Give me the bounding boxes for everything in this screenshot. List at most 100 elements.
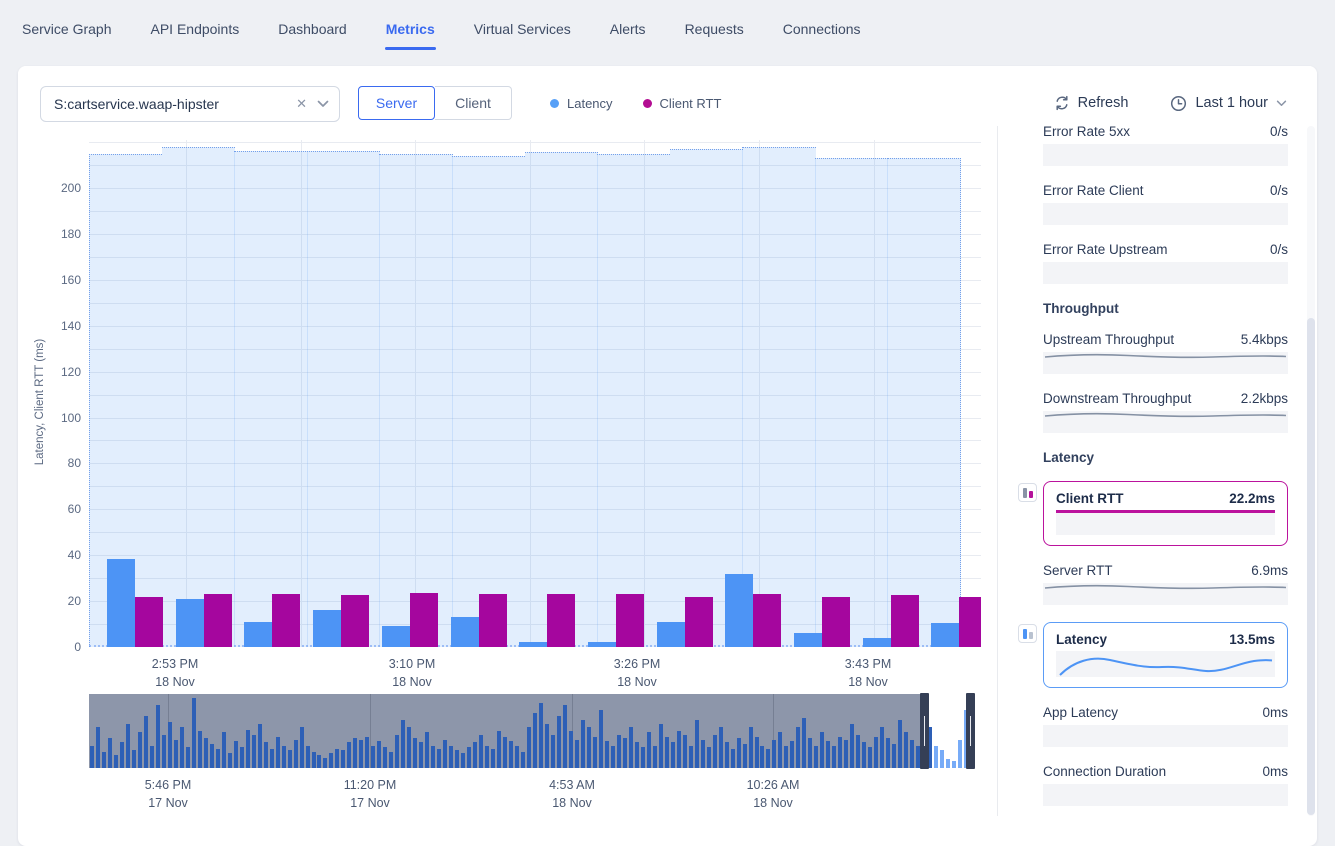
latency-bar [863,638,891,647]
server-button[interactable]: Server [358,86,435,120]
tab-virtual-services[interactable]: Virtual Services [473,15,572,43]
overview-brush[interactable] [89,694,975,768]
overview-bar [329,753,333,768]
metric-row-server-rtt[interactable]: Server RTT6.9ms [1018,563,1288,605]
overview-bar [820,732,824,768]
overview-bar [635,742,639,768]
selection-area-segment [452,156,525,647]
tab-dashboard[interactable]: Dashboard [277,15,348,43]
overview-bar [96,727,100,768]
tab-requests[interactable]: Requests [684,15,745,43]
overview-bar [772,740,776,768]
overview-bar [222,732,226,768]
overview-bar [180,727,184,768]
overview-bar [575,740,579,768]
refresh-button[interactable]: Refresh [1054,95,1129,111]
tab-service-graph[interactable]: Service Graph [21,15,112,43]
metric-row-downstream-throughput[interactable]: Downstream Throughput2.2kbps [1018,391,1288,433]
overview-bar [108,738,112,768]
metric-value: 5.4kbps [1241,332,1288,347]
metric-line: Error Rate Client0/s [1043,183,1288,198]
overview-bar [425,732,429,768]
overview-bar [312,752,316,768]
latency-bar [794,633,822,647]
tab-metrics[interactable]: Metrics [385,15,436,43]
overview-bar [737,738,741,768]
overview-bar [593,737,597,768]
overview-bar [252,735,256,768]
metric-row-error-rate-upstream[interactable]: Error Rate Upstream0/s [1018,242,1288,284]
clear-icon[interactable]: ✕ [289,96,314,112]
overview-bar [617,735,621,768]
metric-row-latency[interactable]: Latency13.5ms [1018,622,1288,688]
overview-bar [629,727,633,768]
overview-bar [868,747,872,768]
metric-spark-area [1043,262,1288,284]
brush-handle-left[interactable] [920,693,929,769]
overview-bar [521,752,525,768]
overview-bar [216,749,220,768]
metric-row-app-latency[interactable]: App Latency0ms [1018,705,1288,747]
client-rtt-bar [891,595,919,647]
overview-bar [150,746,154,768]
overview-bar [132,750,136,769]
overview-bar [395,735,399,768]
metrics-sidebar: Error Rate 5xx0/sError Rate Client0/sErr… [1018,124,1288,823]
metric-body: App Latency0ms [1043,705,1288,747]
overview-bar [156,705,160,768]
overview-bar [497,731,501,768]
metric-row-upstream-throughput[interactable]: Upstream Throughput5.4kbps [1018,332,1288,374]
chevron-down-icon[interactable] [314,100,339,108]
overview-bar [671,742,675,768]
legend-item-latency: Latency [550,96,613,111]
sidebar-scrollbar-thumb[interactable] [1307,318,1315,815]
metric-row-connection-duration[interactable]: Connection Duration0ms [1018,764,1288,806]
server-client-toggle: Server Client [358,86,512,120]
brush-handle-right[interactable] [966,693,975,769]
metric-label: Error Rate 5xx [1043,124,1130,139]
metric-row-client-rtt[interactable]: Client RTT22.2ms [1018,481,1288,546]
metric-label: Error Rate Client [1043,183,1144,198]
metric-line: Downstream Throughput2.2kbps [1043,391,1288,406]
overview-bar [120,742,124,768]
overview-bar [611,746,615,768]
latency-bar [519,642,547,647]
latency-bar [451,617,479,647]
service-select[interactable]: S:cartservice.waap-hipster ✕ [40,86,340,122]
latency-bar [382,626,410,647]
clock-icon [1170,95,1187,112]
x-tick-label: 2:53 PM18 Nov [115,655,235,691]
overview-bar [539,703,543,768]
overview-bar [701,740,705,768]
client-rtt-bar [272,594,300,647]
time-range-picker[interactable]: Last 1 hour [1170,95,1287,112]
service-select-value: S:cartservice.waap-hipster [41,96,289,112]
tab-api-endpoints[interactable]: API Endpoints [149,15,240,43]
overview-bar [144,716,148,768]
overview-bar [515,746,519,768]
overview-bar [677,731,681,768]
overview-tick-label: 5:46 PM17 Nov [108,776,228,812]
overview-bar [186,747,190,768]
overview-bar [743,744,747,768]
metric-row-error-rate-client[interactable]: Error Rate Client0/s [1018,183,1288,225]
tab-connections[interactable]: Connections [782,15,862,43]
metric-spark-area [1043,411,1288,433]
selection-area-segment [887,158,960,647]
client-rtt-bar [204,594,232,647]
metric-row-error-rate-5xx[interactable]: Error Rate 5xx 0/s [1018,124,1288,166]
selection-area-segment [597,154,670,647]
overview-bar [473,742,477,768]
metric-value: 0/s [1270,124,1288,139]
overview-bar [527,727,531,768]
tab-alerts[interactable]: Alerts [609,15,647,43]
metric-label: App Latency [1043,705,1118,720]
overview-bar [455,750,459,768]
client-button[interactable]: Client [435,86,512,120]
overview-bar [850,724,854,768]
latency-bar [725,574,753,647]
overview-bar [731,749,735,768]
overview-bar [563,705,567,768]
main-chart[interactable] [89,140,981,647]
selection-area-segment [162,147,235,647]
